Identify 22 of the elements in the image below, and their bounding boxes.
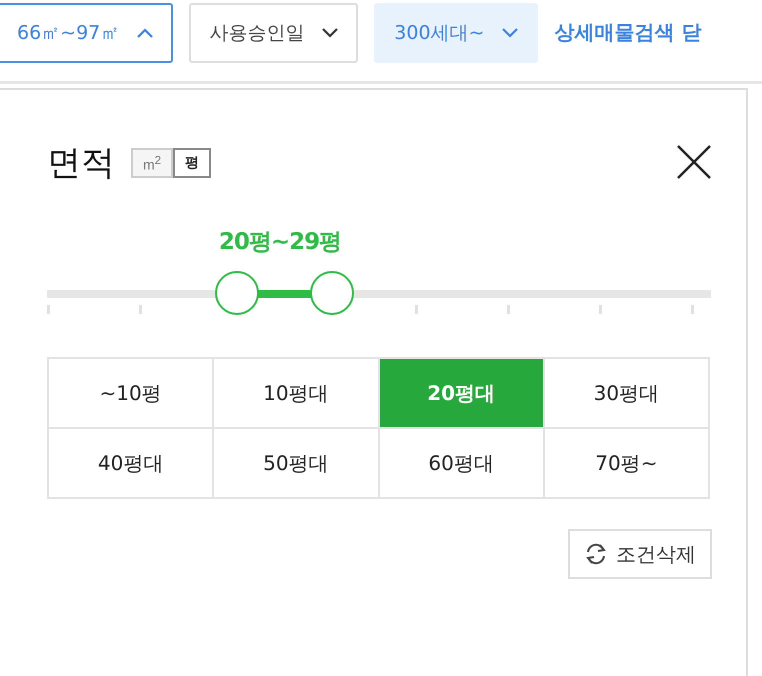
- area-option[interactable]: ~10평: [49, 359, 214, 429]
- slider-handle[interactable]: [310, 271, 354, 315]
- slider-handle[interactable]: [214, 271, 259, 315]
- refresh-icon: [584, 543, 608, 565]
- detail-search-close-link[interactable]: 상세매물검색 닫: [554, 19, 702, 46]
- area-option[interactable]: 30평대: [544, 359, 710, 429]
- filter-dropdown[interactable]: 사용승인일: [189, 2, 358, 62]
- reset-button[interactable]: 조건삭제: [568, 529, 712, 579]
- area-option[interactable]: 70평~: [544, 429, 710, 499]
- caret-icon: [322, 28, 338, 38]
- area-option[interactable]: 60평대: [380, 429, 545, 499]
- caret-icon: [502, 28, 518, 38]
- area-option[interactable]: 40평대: [49, 429, 214, 499]
- area-option[interactable]: 10평대: [214, 359, 380, 429]
- unit-toggle[interactable]: 평: [173, 148, 212, 178]
- unit-toggle[interactable]: m$^{2}$: [131, 148, 174, 178]
- area-option[interactable]: 50평대: [214, 429, 380, 499]
- panel-title: 면적: [47, 142, 115, 185]
- caret-icon: [137, 28, 154, 38]
- filter-dropdown[interactable]: 66㎡~97㎡: [0, 2, 174, 62]
- range-label: 20평~29평: [218, 228, 342, 257]
- close-icon[interactable]: [676, 144, 712, 180]
